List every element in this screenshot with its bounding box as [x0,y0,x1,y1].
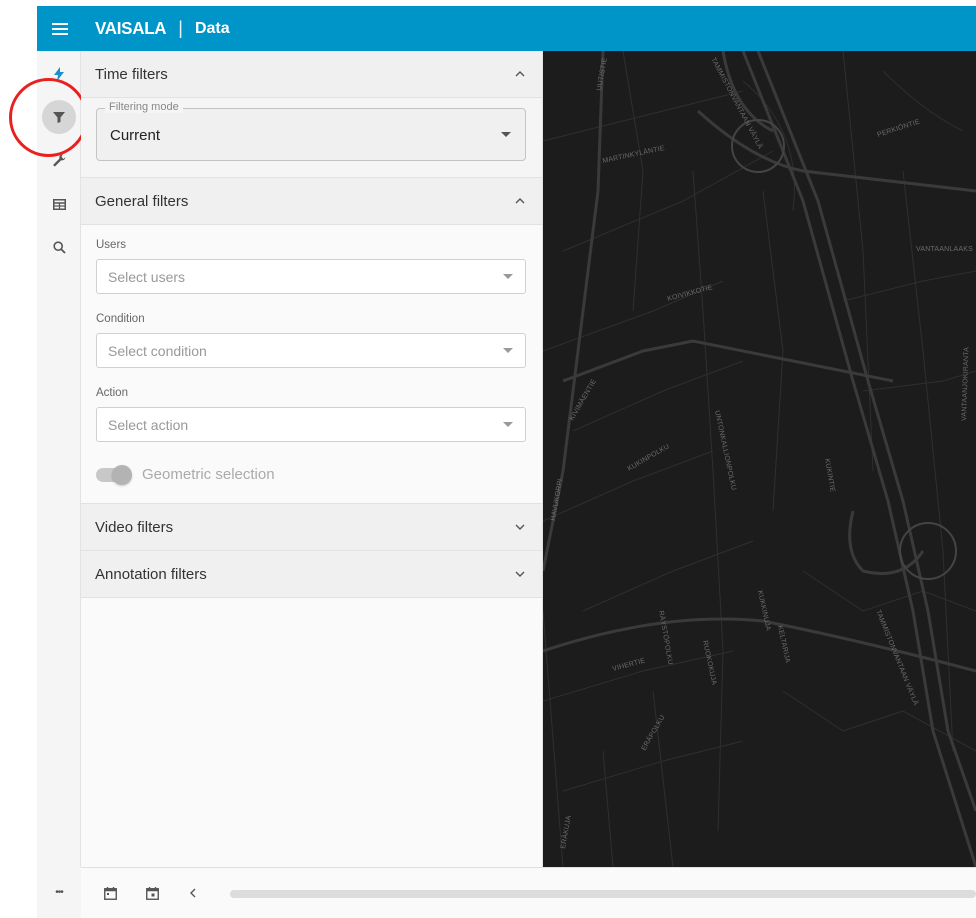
chevron-up-icon [515,198,525,204]
street-label: VANTAANLAAKS [916,246,973,253]
street-label: RUOKOKUJA [701,640,717,686]
calendar-end-button[interactable] [140,881,164,905]
users-placeholder: Select users [108,268,186,285]
street-label: KUKINPOLKU [627,443,671,473]
street-label: TAMMISTONVANTAAN VÄYLÄ [874,609,920,707]
brand-logo: VAISALA [95,18,167,38]
app-header: VAISALA | Data [37,6,976,51]
dropdown-caret-icon [503,348,513,353]
time-filters-title: Time filters [95,65,168,83]
street-label: VIHERTIE [612,657,647,673]
street-label: VANTAANJOKIRANTA [961,347,971,421]
annotation-filters-header[interactable]: Annotation filters [81,551,542,598]
rail-filter-highlight [42,100,76,134]
more-dots-icon: ••• [55,887,63,898]
street-label: KUKINTIE [823,458,836,493]
street-label: KUKKINUJA [756,590,771,632]
timeline-slider[interactable] [230,890,976,898]
timeline-back-button[interactable] [181,881,205,905]
street-label: UNTONKALLIONPOLKU [713,410,737,491]
street-label: ERÄPOLKU [640,714,667,752]
filtering-mode-label: Filtering mode [105,101,183,113]
street-label: MARTINKYLÄNTIE [602,144,666,165]
filter-icon [53,112,65,123]
table-icon [52,198,66,210]
page-title: Data [194,19,230,37]
street-label: HAVUKORPI [550,478,564,521]
rail-wrench-button[interactable] [37,143,81,177]
street-label: PERKIÖNTIE [876,118,921,139]
calendar-start-button[interactable] [98,881,122,905]
condition-placeholder: Select condition [108,342,207,359]
geometric-selection-label: Geometric selection [142,466,275,483]
map-canvas: UUTISTIE TAMMISTONVANTAAN VÄYLÄ MARTINKY… [543,51,976,867]
filters-panel: Time filters Filtering mode Current Gene… [81,51,543,867]
street-label: KOIVIKKOTIE [667,284,714,303]
geometric-selection-toggle-row[interactable]: Geometric selection [96,464,526,485]
geometric-selection-toggle[interactable] [96,464,132,485]
time-filters-header[interactable]: Time filters [81,51,542,98]
more-options-button[interactable]: ••• [37,867,81,918]
condition-label: Condition [96,313,145,325]
calendar-start-icon [103,886,117,900]
lightning-icon [54,67,64,81]
calendar-end-icon [145,886,159,900]
left-nav-rail [37,51,81,918]
rail-lightning-button[interactable] [37,57,81,91]
users-select[interactable]: Select users [96,259,526,294]
rail-filter-button[interactable] [37,100,81,134]
street-label: UUTISTIE [596,57,609,91]
filtering-mode-select[interactable]: Filtering mode Current [96,101,526,161]
dropdown-caret-icon [501,132,511,137]
action-label: Action [96,387,128,399]
timeline-bar [81,867,976,918]
chevron-up-icon [515,71,525,77]
annotation-filters-title: Annotation filters [95,565,207,583]
toggle-knob [112,464,132,485]
action-select[interactable]: Select action [96,407,526,442]
search-icon [52,240,66,254]
street-label: TAMMISTONVANTAAN VÄYLÄ [709,56,764,150]
chevron-down-icon [515,524,525,530]
filtering-mode-value: Current [110,127,161,144]
dropdown-caret-icon [503,274,513,279]
hamburger-menu-button[interactable] [37,6,83,51]
time-filters-body: Filtering mode Current [81,98,542,178]
chevron-left-icon [190,888,196,898]
action-placeholder: Select action [108,416,189,433]
rail-search-button[interactable] [37,230,81,264]
general-filters-body: Users Select users Condition Select cond… [81,225,542,504]
wrench-icon [52,153,65,166]
users-label: Users [96,239,127,251]
dropdown-caret-icon [503,422,513,427]
street-label: RÄYSTÖPOLKU [657,610,674,665]
video-filters-title: Video filters [95,518,174,536]
general-filters-header[interactable]: General filters [81,178,542,225]
condition-select[interactable]: Select condition [96,333,526,368]
street-label: ERÄKUJA [559,815,573,850]
hamburger-icon [52,22,68,35]
header-separator: | [178,18,183,38]
chevron-down-icon [515,571,525,577]
video-filters-header[interactable]: Video filters [81,504,542,551]
general-filters-title: General filters [95,192,189,210]
street-label: KELTARIJA [776,625,791,664]
map-view[interactable]: UUTISTIE TAMMISTONVANTAAN VÄYLÄ MARTINKY… [543,51,976,867]
rail-table-button[interactable] [37,187,81,221]
